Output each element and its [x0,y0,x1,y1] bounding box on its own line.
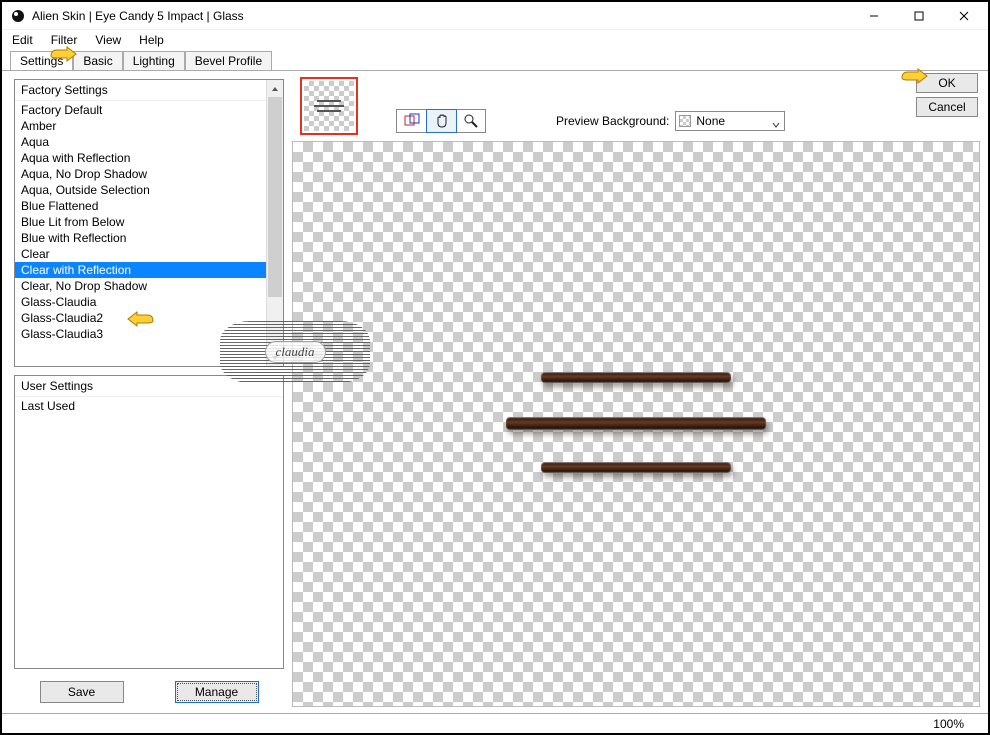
list-item[interactable]: Blue Lit from Below [15,214,283,230]
list-item[interactable]: Last Used [15,398,283,414]
list-item[interactable]: Blue with Reflection [15,230,283,246]
transparency-swatch-icon [679,115,691,127]
tab-settings[interactable]: Settings [10,51,73,71]
preview-object [541,462,731,473]
scrollbar[interactable] [266,80,283,366]
save-button[interactable]: Save [40,681,124,703]
user-settings-header: User Settings [15,376,283,397]
list-item[interactable]: Clear with Reflection [15,262,283,278]
list-item[interactable]: Clear [15,246,283,262]
list-item[interactable]: Factory Default [15,102,283,118]
factory-settings-list[interactable]: Factory Settings Factory DefaultAmberAqu… [14,79,284,367]
status-bar: 100% [2,713,988,733]
list-item[interactable]: Aqua, Outside Selection [15,182,283,198]
maximize-button[interactable] [896,3,941,29]
menu-edit[interactable]: Edit [12,33,33,47]
zoom-level: 100% [933,717,964,731]
settings-panel: Factory Settings Factory DefaultAmberAqu… [2,71,292,713]
minimize-button[interactable] [851,3,896,29]
menu-view[interactable]: View [95,33,121,47]
tool-group [396,109,486,133]
list-item[interactable]: Clear, No Drop Shadow [15,278,283,294]
ok-button[interactable]: OK [916,73,978,93]
close-button[interactable] [941,3,986,29]
cancel-button[interactable]: Cancel [916,97,978,117]
preview-background-label: Preview Background: [556,114,669,128]
user-settings-list[interactable]: User Settings Last Used [14,375,284,669]
list-item[interactable]: Aqua [15,134,283,150]
navigator-tool-icon[interactable] [397,110,427,132]
tab-basic[interactable]: Basic [73,51,122,70]
app-icon [10,8,26,24]
menu-bar: Edit Filter View Help [2,30,988,50]
manage-button[interactable]: Manage [175,681,259,703]
menu-filter[interactable]: Filter [51,33,78,47]
scroll-thumb[interactable] [268,97,282,297]
preview-canvas[interactable] [292,141,980,707]
list-item[interactable]: Glass-Claudia2 [15,310,283,326]
factory-settings-header: Factory Settings [15,80,283,101]
zoom-tool-icon[interactable] [456,110,485,132]
preview-area: Preview Background: None OK Cancel [292,71,988,713]
preview-thumbnail[interactable] [300,77,358,135]
list-item[interactable]: Aqua, No Drop Shadow [15,166,283,182]
tab-strip: Settings Basic Lighting Bevel Profile [2,50,988,70]
hand-tool-icon[interactable] [426,109,457,133]
chevron-down-icon [772,118,780,132]
scroll-up-icon[interactable] [267,80,283,97]
preview-object [541,372,731,383]
list-item[interactable]: Aqua with Reflection [15,150,283,166]
title-bar: Alien Skin | Eye Candy 5 Impact | Glass [2,2,988,30]
list-item[interactable]: Glass-Claudia3 [15,326,283,342]
list-item[interactable]: Glass-Claudia [15,294,283,310]
preview-background-select[interactable]: None [675,111,785,131]
scroll-down-icon[interactable] [267,349,283,366]
list-item[interactable]: Amber [15,118,283,134]
tab-lighting[interactable]: Lighting [123,51,185,70]
preview-object [506,417,766,430]
tab-bevel-profile[interactable]: Bevel Profile [185,51,272,70]
preview-background-value: None [696,114,725,128]
window-title: Alien Skin | Eye Candy 5 Impact | Glass [32,9,851,23]
list-item[interactable]: Blue Flattened [15,198,283,214]
menu-help[interactable]: Help [139,33,164,47]
